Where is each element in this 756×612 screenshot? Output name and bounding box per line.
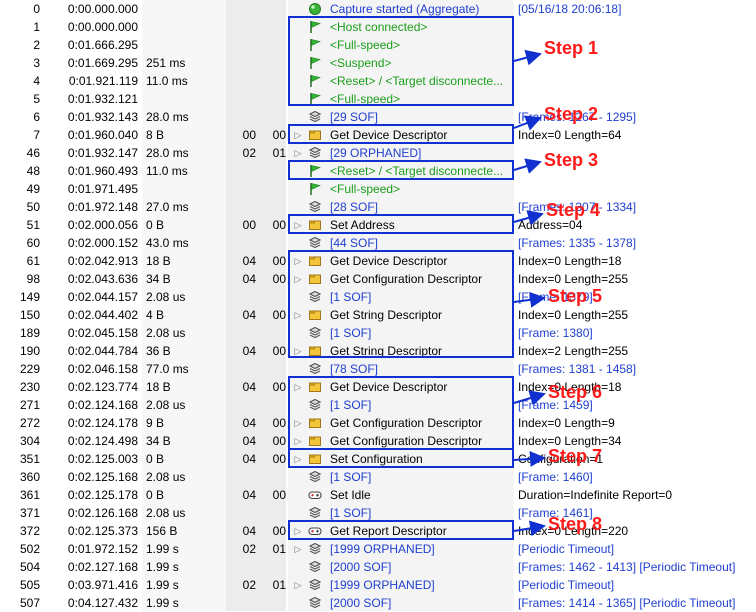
step-7-label: Step 7 bbox=[548, 446, 603, 466]
arrow-step-3 bbox=[513, 158, 542, 174]
arrow-step-7 bbox=[513, 450, 546, 467]
arrow-step-4 bbox=[513, 210, 544, 226]
step-4-label: Step 4 bbox=[546, 200, 601, 220]
step-6-label: Step 6 bbox=[548, 382, 603, 402]
step-arrows bbox=[513, 49, 546, 537]
arrow-step-2 bbox=[513, 115, 542, 131]
step-1-label: Step 1 bbox=[544, 38, 599, 58]
step-3-label: Step 3 bbox=[544, 150, 599, 170]
arrow-step-5 bbox=[513, 291, 546, 308]
arrow-step-8 bbox=[513, 520, 546, 537]
step-8-label: Step 8 bbox=[548, 514, 603, 534]
arrow-step-6 bbox=[513, 390, 546, 406]
step-2-label: Step 2 bbox=[544, 104, 599, 124]
step-5-label: Step 5 bbox=[548, 286, 603, 306]
arrow-step-1 bbox=[513, 49, 542, 66]
